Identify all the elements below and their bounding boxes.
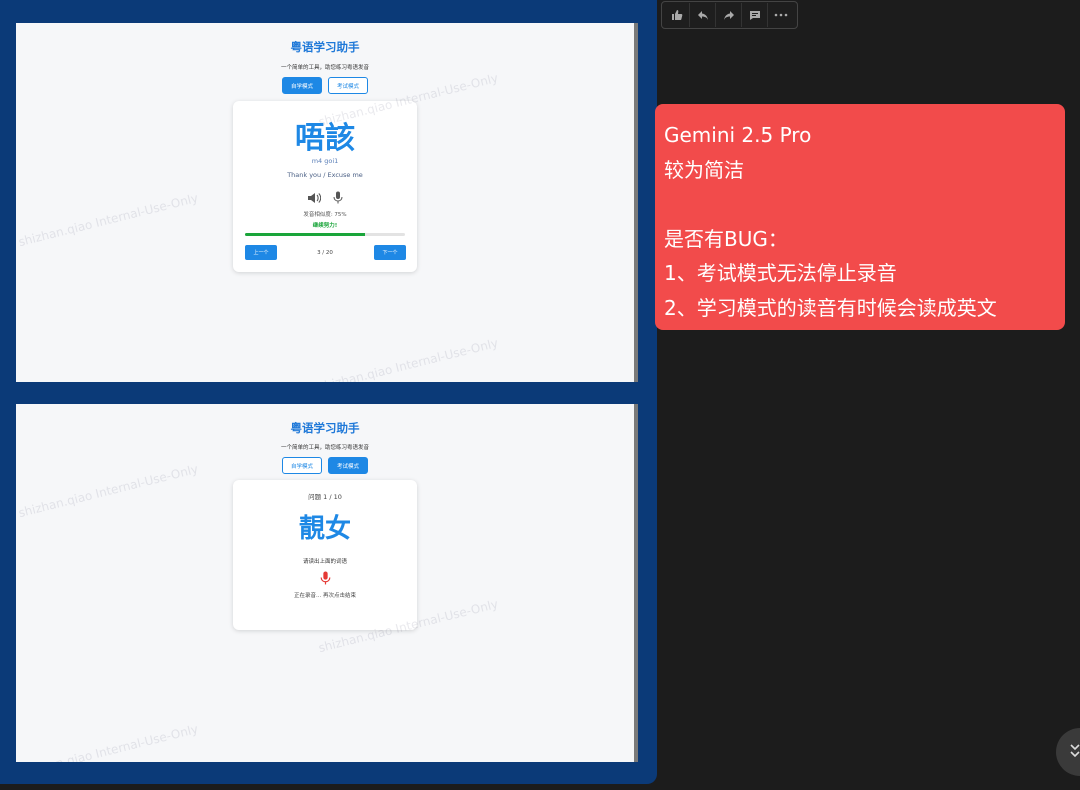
encouragement-text: 继续努力! (312, 223, 338, 229)
note-line: 是否有BUG： (664, 226, 788, 251)
microphone-icon[interactable] (320, 571, 331, 585)
flashcard: 唔該 m4 goi1 Thank you / Excuse me 发音相似度: … (233, 101, 417, 272)
app-title: 粤语学习助手 (290, 40, 360, 54)
forward-icon[interactable] (716, 3, 742, 27)
note-line: 较为简洁 (664, 157, 744, 182)
chevron-down-icon (1070, 742, 1080, 763)
exam-card: 问题 1 / 10 靚女 请读出上面的词语 正在录音... 再次点击结束 (233, 480, 417, 630)
note-line (664, 187, 1056, 222)
speaker-icon[interactable] (307, 191, 321, 204)
exam-mode-screenshot: 粤语学习助手 一个简单的工具，助您练习粤语发音 自学模式 考试模式 问题 1 /… (16, 404, 638, 762)
mode-switch: 自学模式 考试模式 (16, 457, 634, 474)
jyutping-text: m4 goi1 (311, 157, 339, 165)
next-button[interactable]: 下一个 (374, 245, 406, 260)
microphone-icon[interactable] (333, 191, 343, 204)
recording-controls (233, 571, 417, 585)
accuracy-progress-fill (245, 233, 365, 236)
mode-switch: 自学模式 考试模式 (16, 77, 634, 94)
exam-mode-button[interactable]: 考试模式 (328, 77, 368, 94)
audio-controls (233, 191, 417, 204)
more-icon[interactable] (768, 3, 794, 27)
scrollbar[interactable] (634, 404, 638, 762)
study-mode-screenshot: 粤语学习助手 一个简单的工具，助您练习粤语发音 自学模式 考试模式 唔該 m4 … (16, 23, 638, 382)
message-toolbar (661, 1, 798, 29)
question-counter: 问题 1 / 10 (308, 493, 342, 501)
meaning-text: Thank you / Excuse me (287, 171, 363, 179)
note-line: 2、学习模式的读音有时候会读成英文 (664, 295, 997, 320)
app-subtitle: 一个简单的工具，助您练习粤语发音 (280, 445, 369, 451)
cantonese-word: 唔該 (295, 121, 355, 156)
exam-mode-button[interactable]: 考试模式 (328, 457, 368, 474)
screenshot-frame: 粤语学习助手 一个简单的工具，助您练习粤语发音 自学模式 考试模式 唔該 m4 … (0, 0, 657, 784)
note-line: 1、考试模式无法停止录音 (664, 261, 897, 285)
watermark: shizhan.qiao Internal-Use-Only (317, 335, 500, 382)
reply-icon[interactable] (690, 3, 716, 27)
scroll-down-button[interactable] (1056, 728, 1080, 776)
watermark: shizhan.qiao Internal-Use-Only (17, 721, 200, 762)
app-title: 粤语学习助手 (290, 421, 360, 435)
study-mode-button[interactable]: 自学模式 (282, 457, 322, 474)
scrollbar[interactable] (634, 23, 638, 382)
review-note: Gemini 2.5 Pro 较为简洁 是否有BUG： 1、考试模式无法停止录音… (655, 104, 1065, 330)
note-line: Gemini 2.5 Pro (664, 123, 812, 147)
thumbs-up-icon[interactable] (664, 3, 690, 27)
accuracy-progress-bar (245, 233, 405, 236)
accuracy-label: 发音相似度: 75% (303, 212, 347, 218)
recording-status: 正在录音... 再次点击结束 (294, 593, 356, 599)
watermark: shizhan.qiao Internal-Use-Only (17, 190, 200, 250)
study-mode-button[interactable]: 自学模式 (282, 77, 322, 94)
app-subtitle: 一个简单的工具，助您练习粤语发音 (280, 65, 369, 71)
comment-icon[interactable] (742, 3, 768, 27)
exam-instruction: 请读出上面的词语 (302, 559, 347, 565)
exam-word: 靚女 (298, 514, 351, 544)
